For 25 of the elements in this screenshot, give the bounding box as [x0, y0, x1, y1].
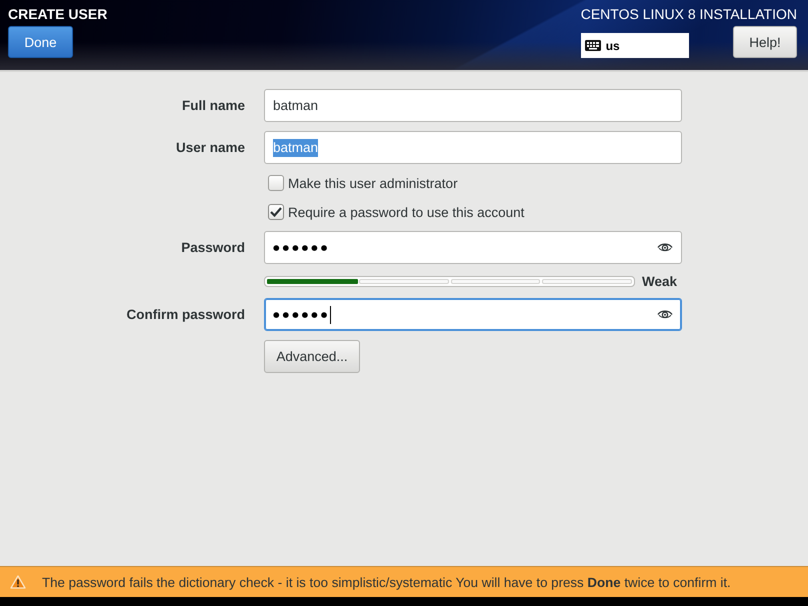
field-text: batman: [273, 96, 318, 114]
field-label: Full name: [182, 98, 245, 112]
product-title: CENTOS LINUX 8 INSTALLATION: [580, 5, 797, 23]
eye-icon[interactable]: [657, 309, 673, 320]
warning-icon: [10, 575, 26, 589]
screen-title: CREATE USER: [8, 5, 108, 23]
field-label: Confirm password: [126, 306, 245, 322]
strength-label: Weak: [642, 274, 677, 288]
warning-message: The password fails the dictionary check - it is too simplistic/systematic You will have to press Done twice to confirm it.: [42, 574, 731, 590]
checkbox-label[interactable]: Make this user administrator: [288, 176, 458, 190]
advanced-button[interactable]: Advanced...: [264, 340, 360, 373]
field-label: Password: [181, 240, 245, 254]
help-button[interactable]: Help!: [733, 26, 797, 58]
checkbox[interactable]: [268, 204, 284, 220]
checkbox-label[interactable]: Require a password to use this account: [288, 204, 524, 220]
text-cursor-icon: [330, 306, 332, 324]
field-label: User name: [176, 140, 245, 154]
checkbox[interactable]: [268, 175, 284, 191]
text-field[interactable]: batman: [264, 89, 682, 122]
checkmark-icon: [270, 207, 282, 217]
field-text: batman: [273, 138, 318, 156]
keyboard-layout-indicator[interactable]: us: [580, 33, 689, 58]
done-button[interactable]: Done: [8, 26, 73, 58]
eye-icon[interactable]: [657, 242, 673, 253]
keyboard-icon: [584, 40, 601, 51]
